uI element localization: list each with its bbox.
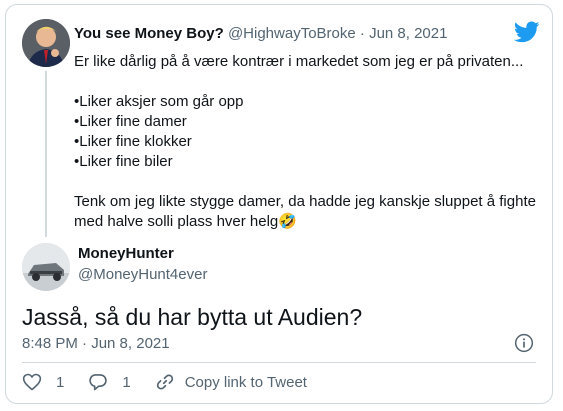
parent-tweet-text: Er like dårlig på å være kontrær i marke… [74,52,544,232]
parent-date[interactable]: Jun 8, 2021 [369,25,447,42]
twitter-bird-icon[interactable] [514,19,540,45]
reply-handle[interactable]: @MoneyHunt4ever [78,266,207,283]
parent-tweet-header: You see Money Boy? @HighwayToBroke · Jun… [74,25,447,42]
parent-avatar[interactable] [22,19,70,67]
reply-timestamp[interactable]: 8:48 PM · Jun 8, 2021 [22,335,170,352]
parent-closing-line: Tenk om jeg likte stygge damer, da hadde… [74,192,544,232]
actions-divider [22,362,536,363]
reply-count: 1 [122,373,131,391]
reply-display-name[interactable]: MoneyHunter [78,245,174,262]
parent-display-name[interactable]: You see Money Boy? [74,25,224,42]
bullet-item: •Liker fine klokker [74,133,192,150]
copy-link-label: Copy link to Tweet [184,373,307,391]
bullet-item: •Liker aksjer som går opp [74,93,244,110]
parent-handle[interactable]: @HighwayToBroke [228,25,356,42]
reply-bubble-icon [89,374,108,391]
parent-line-1: Er like dårlig på å være kontrær i marke… [74,53,524,70]
reply-button[interactable]: 1 [88,372,131,392]
tweet-card: You see Money Boy? @HighwayToBroke · Jun… [5,4,553,404]
heart-icon [22,373,42,391]
like-button[interactable]: 1 [22,372,64,392]
reply-tweet-text: Jasså, så du har bytta ut Audien? [22,304,363,330]
like-count: 1 [56,373,65,391]
reply-avatar[interactable] [22,243,70,291]
laughing-emoji-icon: 🤣 [278,213,297,230]
parent-closing-text: Tenk om jeg likte stygge damer, da hadde… [74,193,536,230]
link-icon [156,374,173,390]
copy-link-button[interactable]: Copy link to Tweet [155,372,307,392]
header-separator: · [359,25,365,42]
tweet-actions: 1 1 Copy link to Tweet [22,371,331,393]
thread-connector-line [45,71,47,237]
bullet-item: •Liker fine damer [74,113,187,130]
bullet-item: •Liker fine biler [74,153,173,170]
info-icon[interactable] [514,333,534,353]
